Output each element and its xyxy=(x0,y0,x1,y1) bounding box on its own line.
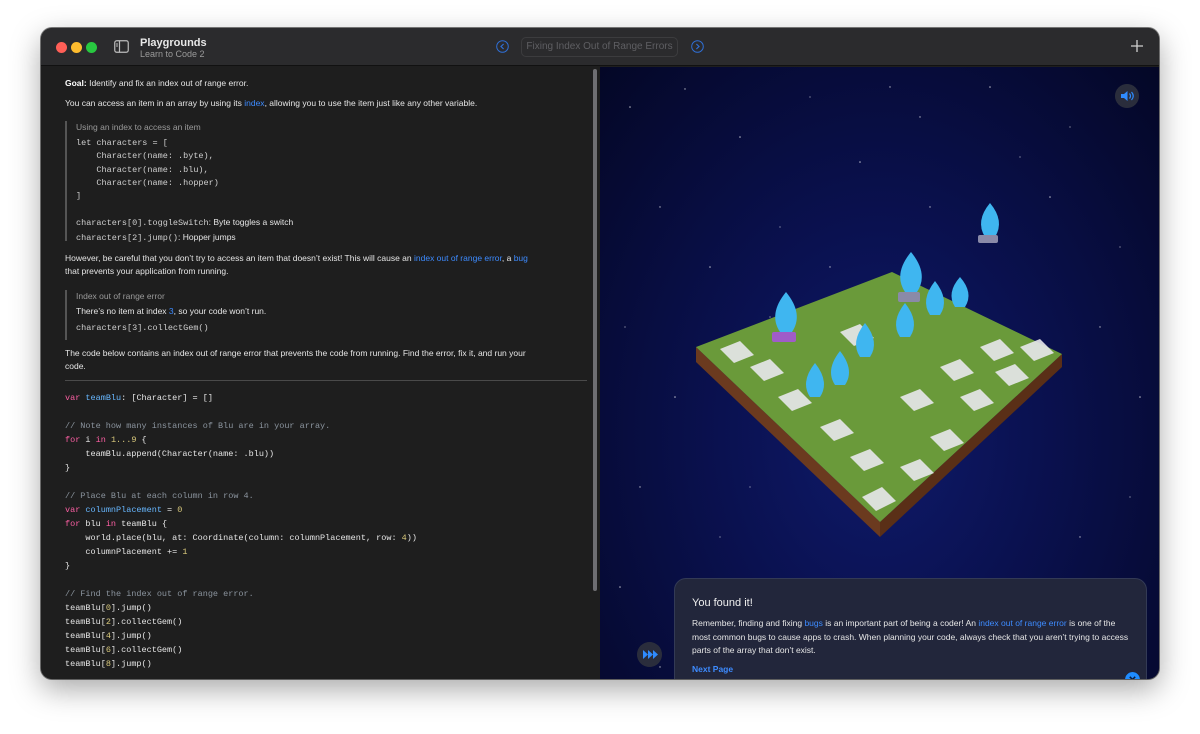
index-out-of-range-link[interactable]: index out of range error xyxy=(978,618,1066,628)
sidebar-toggle-icon[interactable] xyxy=(114,40,129,53)
page-title: Fixing Index Out of Range Errors xyxy=(521,37,678,57)
paragraph-index: You can access an item in an array by us… xyxy=(65,98,478,108)
title-bar: Playgrounds Learn to Code 2 Fixing Index… xyxy=(41,28,1159,66)
lesson-pane: Goal: Identify and fix an index out of r… xyxy=(41,67,600,679)
next-page-link[interactable]: Next Page xyxy=(692,664,733,674)
app-title: Playgrounds xyxy=(140,37,207,49)
scrollbar[interactable] xyxy=(593,69,597,591)
callout-text: There’s no item at index 3, so your code… xyxy=(76,306,267,316)
paragraph-instructions: The code below contains an index out of … xyxy=(65,348,526,371)
code-example: characters[3].collectGem() xyxy=(76,323,209,333)
zoom-window-button[interactable] xyxy=(86,42,97,53)
bug-link[interactable]: bug xyxy=(514,253,528,263)
callout-title: Using an index to access an item xyxy=(76,122,201,132)
bugs-link[interactable]: bugs xyxy=(804,618,822,628)
index-out-of-range-link[interactable]: index out of range error xyxy=(414,253,502,263)
callout-using-index: Using an index to access an item let cha… xyxy=(65,121,565,243)
close-icon[interactable] xyxy=(1125,672,1140,679)
app-subtitle: Learn to Code 2 xyxy=(140,49,205,59)
callout-title: Index out of range error xyxy=(76,291,165,301)
previous-page-button[interactable] xyxy=(496,40,509,53)
speaker-icon[interactable] xyxy=(1115,84,1139,108)
code-editor[interactable]: var teamBlu: [Character] = [] // Note ho… xyxy=(65,391,417,671)
close-window-button[interactable] xyxy=(56,42,67,53)
paragraph-warning: However, be careful that you don’t try t… xyxy=(65,253,528,276)
index-link[interactable]: index xyxy=(244,98,264,108)
callout-out-of-range: Index out of range error There’s no item… xyxy=(65,290,565,340)
goal-text: Goal: Identify and fix an index out of r… xyxy=(65,78,249,88)
board-top xyxy=(696,272,1062,522)
divider xyxy=(65,380,587,381)
next-page-button[interactable] xyxy=(691,40,704,53)
code-example: let characters = [ Character(name: .byte… xyxy=(76,138,294,243)
minimize-window-button[interactable] xyxy=(71,42,82,53)
puzzle-world-view[interactable]: You found it! Remember, finding and fixi… xyxy=(600,67,1159,679)
fast-forward-icon[interactable] xyxy=(637,642,662,667)
popup-title: You found it! xyxy=(692,597,753,609)
popup-body: Remember, finding and fixing bugs is an … xyxy=(692,618,1129,655)
playgrounds-window: Playgrounds Learn to Code 2 Fixing Index… xyxy=(41,28,1159,679)
add-icon[interactable] xyxy=(1130,39,1144,53)
success-popup: You found it! Remember, finding and fixi… xyxy=(674,578,1147,679)
